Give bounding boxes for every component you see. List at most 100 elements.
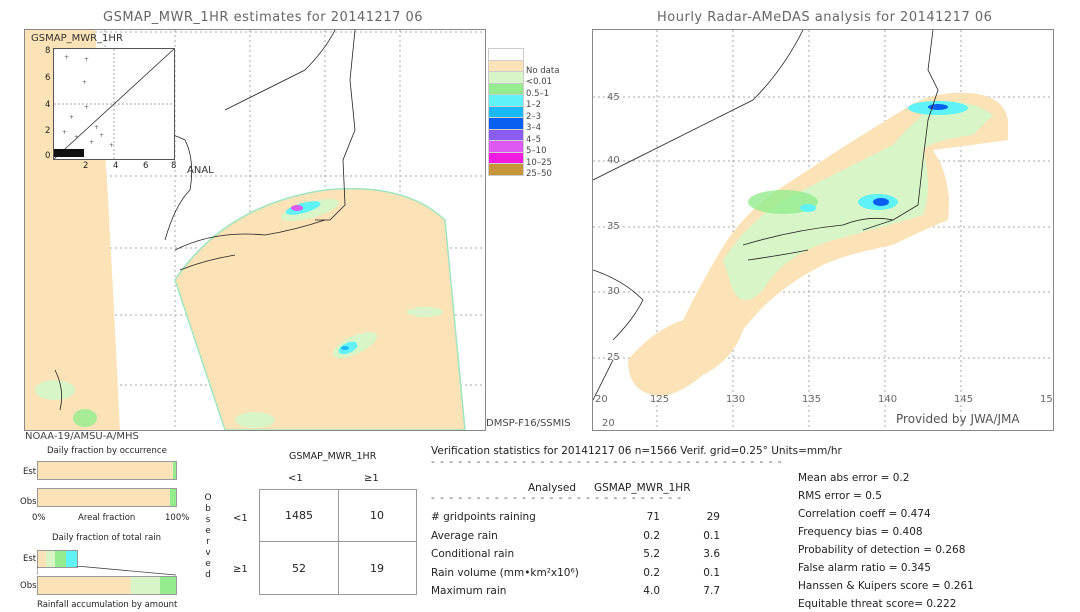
scatter-inset: + + + + + + + + + + + (53, 48, 175, 160)
svg-text:+: + (94, 124, 99, 131)
svg-text:+: + (89, 139, 94, 146)
score-line: RMS error = 0.5 (798, 490, 882, 502)
divider: - - - - - - - - - - - - - - - - - - - - … (431, 492, 683, 504)
occurrence-est-label: Est (23, 467, 37, 477)
side-label-char: b (205, 504, 211, 514)
stat-row-value: 29 (706, 511, 720, 523)
dense-points (54, 149, 84, 157)
contingency-table: 1485 10 52 19 (259, 489, 417, 595)
inset-y-tick: 6 (45, 73, 51, 83)
lat-tick: 30 (607, 286, 620, 297)
score-line: Mean abs error = 0.2 (798, 472, 910, 484)
inset-y-tick: 8 (45, 46, 51, 56)
stat-row-value: 0.1 (703, 529, 720, 542)
legend-label: <0.01 (526, 77, 553, 87)
legend-swatch (488, 163, 524, 176)
svg-text:+: + (84, 104, 89, 111)
stat-row-value: 5.2 (643, 548, 660, 560)
side-label-char: v (205, 548, 211, 558)
contingency-col-label: <1 (288, 473, 303, 484)
total-rain-obs-bar (37, 576, 177, 595)
occurrence-title: Daily fraction by occurrence (47, 446, 167, 456)
score-line: Correlation coeff = 0.474 (798, 508, 931, 520)
total-rain-title: Daily fraction of total rain (52, 533, 162, 543)
svg-text:+: + (62, 129, 67, 136)
stat-row-value: 0.2 (643, 566, 660, 579)
side-label-char: r (206, 537, 210, 547)
occurrence-obs-label: Obs (20, 497, 37, 507)
inset-x-tick: 6 (143, 161, 149, 171)
stat-row-value: 7.7 (703, 585, 720, 597)
divider: - - - - - - - - - - - - - - - - - - - - … (431, 456, 781, 468)
svg-text:+: + (84, 56, 89, 63)
right-map-title: Hourly Radar-AMeDAS analysis for 2014121… (657, 10, 993, 25)
inset-x-tick: 8 (171, 161, 177, 171)
side-label-char: e (205, 559, 211, 569)
score-line: Hanssen & Kuipers score = 0.261 (798, 580, 974, 592)
legend-label: No data (526, 65, 560, 76)
lon-tick: 135 (802, 394, 822, 405)
stat-row-value: 0.1 (703, 566, 720, 579)
occurrence-obs-bar (37, 488, 177, 507)
side-label-char: d (205, 570, 211, 580)
left-map: + + + + + + + + + + + GSMAP_MWR_1HR 8 6 4 2 0 2… (24, 29, 486, 431)
sensor-dmsp: DMSP-F16/SSMIS (486, 418, 571, 429)
lon-tick: 125 (650, 394, 670, 405)
stat-row-label: # gridpoints raining (431, 511, 536, 523)
right-map-graphic (593, 30, 1053, 430)
score-line: Equitable threat score= 0.222 (798, 598, 957, 610)
lon-start: 20 (595, 394, 608, 405)
scatter-plot: + ++ +++ +++ ++ (54, 49, 174, 159)
color-legend: No data <0.01 0.5–1 1–2 2–3 3–4 4–5 5–10 10–25 25… (488, 48, 568, 179)
stat-row-value: 4.0 (643, 585, 660, 597)
side-label-char: e (205, 526, 211, 536)
inset-y-tick: 4 (45, 100, 51, 110)
total-rain-footer: Rainfall accumulation by amount (37, 600, 178, 610)
inset-axis-label: ANAL (187, 165, 214, 176)
lat-tick: 25 (607, 352, 620, 363)
inset-x-tick: 4 (113, 161, 119, 171)
right-map: 45 40 35 30 25 20 20 125 130 135 140 145… (592, 29, 1054, 431)
svg-text:+: + (99, 132, 104, 139)
total-rain-est-label: Est (23, 554, 37, 564)
stat-row-label: Maximum rain (431, 585, 507, 597)
scatter-points: + ++ +++ +++ ++ (62, 54, 114, 149)
inset-label: GSMAP_MWR_1HR (31, 33, 123, 44)
lat-tick: 20 (602, 418, 615, 429)
legend-label: 4–5 (526, 134, 542, 145)
occurrence-est-bar (37, 461, 177, 480)
legend-label: 5–10 (526, 146, 547, 156)
lon-tick: 15 (1040, 394, 1053, 405)
score-line: Frequency bias = 0.408 (798, 526, 923, 538)
occurrence-axis-left: 0% (32, 513, 46, 523)
contingency-cell: 10 (370, 509, 384, 522)
lat-tick: 40 (607, 155, 620, 166)
legend-label: 0.5–1 (526, 88, 550, 99)
lat-tick: 45 (607, 92, 620, 103)
stat-row-value: 3.6 (703, 548, 720, 560)
left-map-title: GSMAP_MWR_1HR estimates for 20141217 06 (103, 10, 424, 25)
svg-text:+: + (69, 114, 74, 121)
stat-row-label: Average rain (431, 529, 498, 542)
svg-text:+: + (64, 54, 69, 61)
sensor-noaa: NOAA-19/AMSU-A/MHS (25, 431, 139, 442)
contingency-row-label: ≥1 (233, 564, 248, 575)
legend-label: 25–50 (526, 169, 552, 179)
contingency-cell: 1485 (285, 509, 313, 522)
stat-row-value: 71 (646, 511, 660, 523)
svg-text:+: + (82, 79, 87, 86)
legend-label: 3–4 (526, 123, 542, 133)
contingency-header: GSMAP_MWR_1HR (289, 451, 377, 462)
total-rain-obs-label: Obs (20, 581, 37, 591)
legend-label: 10–25 (526, 157, 552, 168)
total-rain-connector (37, 566, 177, 576)
contingency-row-label: <1 (233, 513, 248, 524)
score-line: False alarm ratio = 0.345 (798, 562, 931, 574)
inset-y-tick: 0 (45, 151, 51, 161)
lon-tick: 140 (878, 394, 898, 405)
observed-side-label: Observed (203, 493, 213, 581)
occurrence-axis-mid: Areal fraction (78, 513, 136, 523)
side-label-char: O (204, 493, 212, 503)
side-label-char: s (205, 515, 211, 525)
legend-label: 2–3 (526, 111, 542, 122)
